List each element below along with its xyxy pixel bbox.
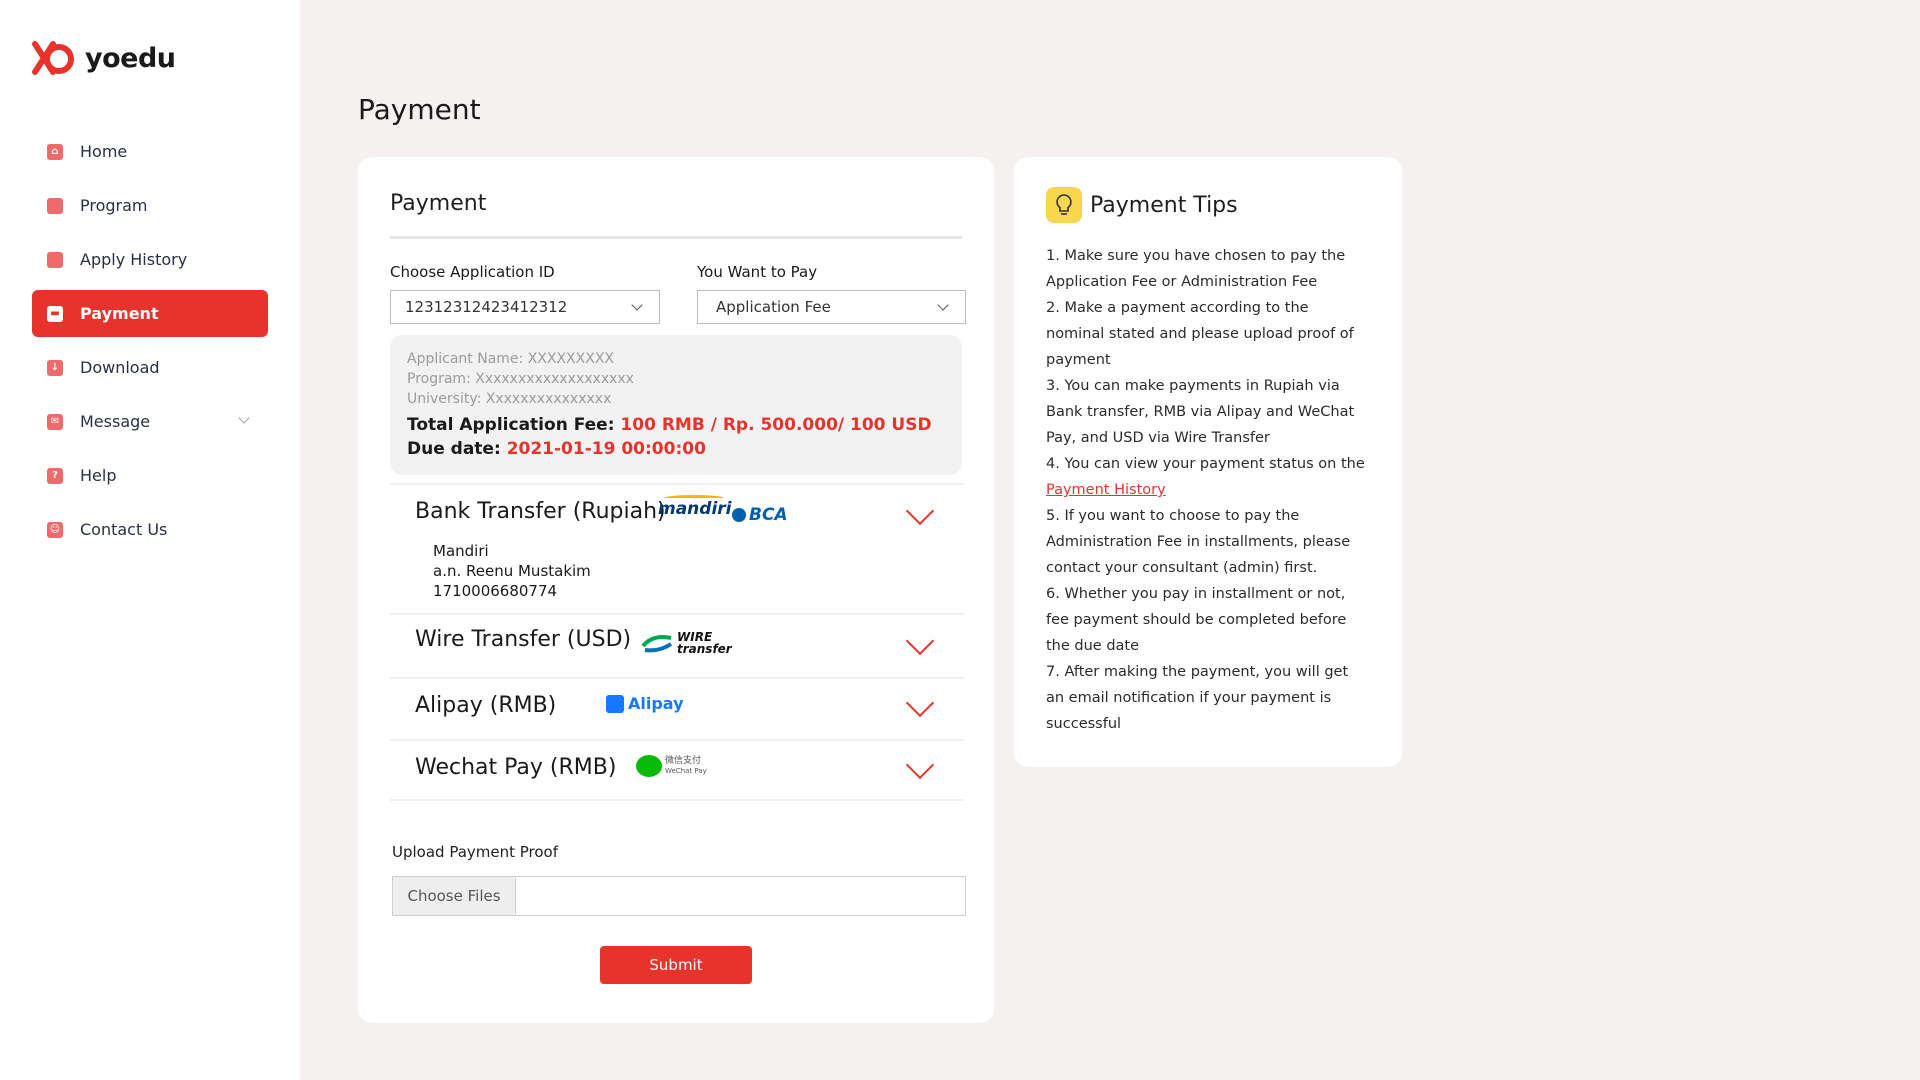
yoedu-logo-icon — [32, 41, 74, 75]
mandiri-logo: mandiri — [658, 495, 732, 519]
tips-list: 1. Make sure you have chosen to pay the … — [1046, 243, 1366, 737]
application-id-select[interactable]: 12312312423412312 — [390, 290, 660, 324]
sidebar-item-label: Home — [80, 142, 128, 161]
wire-arrows-icon — [641, 635, 673, 653]
alipay-logo: Alipay — [606, 694, 684, 713]
method-wire-transfer[interactable]: Wire Transfer (USD) WIRE transfer — [390, 613, 964, 677]
sidebar-item-contact-us[interactable]: ☺ Contact Us — [32, 506, 268, 553]
home-icon: ⌂ — [47, 143, 63, 160]
chevron-down-icon[interactable] — [905, 750, 935, 780]
submit-button[interactable]: Submit — [600, 946, 752, 984]
payment-tips-card: Payment Tips 1. Make sure you have chose… — [1014, 157, 1402, 767]
payment-proof-file-input[interactable]: Choose Files — [392, 876, 966, 916]
sidebar-item-download[interactable]: ↓ Download — [32, 344, 268, 391]
divider — [390, 236, 962, 239]
payment-card-title: Payment — [390, 191, 487, 216]
sidebar-item-label: Apply History — [80, 250, 188, 269]
chevron-down-icon — [631, 299, 643, 311]
tip-item: 1. Make sure you have chosen to pay the … — [1046, 248, 1346, 290]
sidebar-item-label: Payment — [80, 304, 159, 323]
account-holder: a.n. Reenu Mustakim — [433, 562, 591, 580]
chevron-down-icon — [937, 299, 949, 311]
pay-type-label: You Want to Pay — [697, 263, 818, 281]
method-title: Wire Transfer (USD) — [415, 627, 632, 652]
payment-history-link[interactable]: Payment History — [1046, 482, 1166, 498]
wire-transfer-logo: WIRE transfer — [641, 631, 732, 655]
account-number: 1710006680774 — [433, 582, 558, 600]
sidebar: yoedu ⌂ Home Program Apply History ▬ Pay… — [0, 0, 300, 1080]
briefcase-icon — [47, 197, 63, 214]
method-alipay[interactable]: Alipay (RMB) Alipay — [390, 677, 964, 739]
method-title: Wechat Pay (RMB) — [415, 755, 617, 780]
folder-icon — [47, 251, 63, 268]
contact-book-icon: ☺ — [47, 521, 63, 538]
sidebar-item-label: Contact Us — [80, 520, 168, 539]
bca-logo: BCA — [732, 505, 788, 525]
download-icon: ↓ — [47, 359, 63, 376]
payment-card: Payment Choose Application ID 1231231242… — [358, 157, 994, 1023]
sidebar-item-help[interactable]: ? Help — [32, 452, 268, 499]
mail-icon: ✉ — [47, 413, 63, 430]
chevron-down-icon[interactable] — [238, 412, 250, 424]
pay-type-select[interactable]: Application Fee — [697, 290, 966, 324]
tip-item: 3. You can make payments in Rupiah via B… — [1046, 378, 1355, 446]
due-date-label: Due date: — [407, 439, 501, 459]
sidebar-item-label: Help — [80, 466, 117, 485]
method-title: Alipay (RMB) — [415, 693, 557, 718]
tip-item: 2. Make a payment according to the nomin… — [1046, 300, 1354, 368]
question-icon: ? — [47, 467, 63, 484]
sidebar-item-program[interactable]: Program — [32, 182, 268, 229]
sidebar-nav: ⌂ Home Program Apply History ▬ Payment ↓… — [32, 128, 268, 560]
applicant-name: Applicant Name: XXXXXXXXX — [407, 351, 615, 367]
chevron-down-icon[interactable] — [905, 688, 935, 718]
page-title: Payment — [358, 93, 481, 126]
wechat-pay-logo: 微信支付 WeChat Pay — [636, 755, 707, 777]
total-fee-value: 100 RMB / Rp. 500.000/ 100 USD — [620, 415, 932, 435]
program-name: Program: Xxxxxxxxxxxxxxxxxxx — [407, 371, 634, 387]
pay-type-value: Application Fee — [716, 298, 831, 316]
bank-details: Mandiri a.n. Reenu Mustakim 171000668077… — [433, 541, 591, 601]
method-bank-transfer[interactable]: Bank Transfer (Rupiah) mandiri BCA Mandi… — [390, 483, 964, 611]
method-wechat-pay[interactable]: Wechat Pay (RMB) 微信支付 WeChat Pay — [390, 739, 964, 801]
tip-item-text: 4. You can view your payment status on t… — [1046, 456, 1365, 472]
sidebar-item-home[interactable]: ⌂ Home — [32, 128, 268, 175]
due-date-value: 2021-01-19 00:00:00 — [506, 439, 706, 459]
tips-title: Payment Tips — [1090, 192, 1238, 218]
application-summary: Applicant Name: XXXXXXXXX Program: Xxxxx… — [390, 335, 962, 475]
tip-item: 6. Whether you pay in installment or not… — [1046, 586, 1347, 654]
due-date: Due date: 2021-01-19 00:00:00 — [407, 437, 945, 461]
choose-files-button[interactable]: Choose Files — [393, 877, 516, 915]
application-id-label: Choose Application ID — [390, 263, 555, 281]
yoedu-logo[interactable]: yoedu — [31, 40, 176, 76]
sidebar-item-payment[interactable]: ▬ Payment — [32, 290, 268, 337]
chevron-down-icon[interactable] — [905, 496, 935, 526]
sidebar-item-apply-history[interactable]: Apply History — [32, 236, 268, 283]
tip-item: 4. You can view your payment status on t… — [1046, 451, 1366, 503]
sidebar-item-label: Program — [80, 196, 148, 215]
tip-item: 5. If you want to choose to pay the Admi… — [1046, 508, 1351, 576]
sidebar-item-label: Download — [80, 358, 160, 377]
method-title: Bank Transfer (Rupiah) — [415, 499, 666, 524]
total-fee: Total Application Fee: 100 RMB / Rp. 500… — [407, 413, 945, 437]
bank-name: Mandiri — [433, 542, 489, 560]
brand-name: yoedu — [85, 42, 176, 74]
sidebar-item-label: Message — [80, 412, 151, 431]
upload-label: Upload Payment Proof — [392, 843, 559, 861]
application-id-value: 12312312423412312 — [405, 298, 568, 316]
tip-item: 7. After making the payment, you will ge… — [1046, 664, 1349, 732]
chevron-down-icon[interactable] — [905, 626, 935, 656]
lightbulb-icon — [1046, 187, 1082, 223]
total-fee-label: Total Application Fee: — [407, 415, 615, 435]
sidebar-item-message[interactable]: ✉ Message — [32, 398, 268, 445]
tips-header: Payment Tips — [1046, 187, 1238, 223]
credit-card-icon: ▬ — [47, 305, 63, 322]
university-name: University: Xxxxxxxxxxxxxxx — [407, 391, 612, 407]
